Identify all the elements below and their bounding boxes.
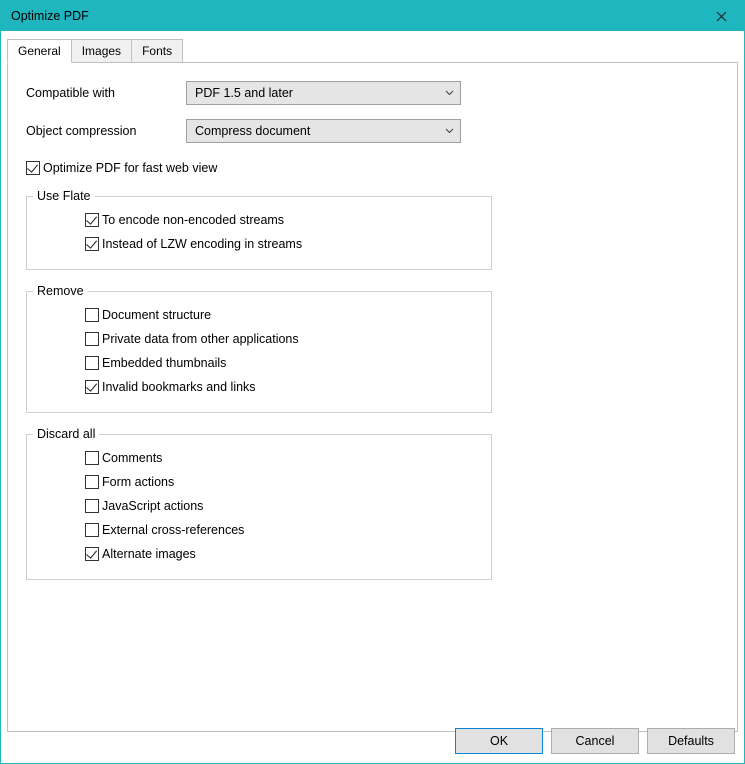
javascript-actions-checkbox[interactable] bbox=[85, 499, 99, 513]
remove-group: Remove Document structure Private data f… bbox=[26, 284, 492, 413]
instead-lzw-checkbox[interactable] bbox=[85, 237, 99, 251]
external-xrefs-checkbox[interactable] bbox=[85, 523, 99, 537]
tabstrip: General Images Fonts bbox=[7, 39, 738, 62]
use-flate-legend: Use Flate bbox=[33, 189, 95, 203]
private-data-label: Private data from other applications bbox=[102, 332, 299, 346]
external-xrefs-label: External cross-references bbox=[102, 523, 244, 537]
cancel-button-label: Cancel bbox=[576, 734, 615, 748]
document-structure-label: Document structure bbox=[102, 308, 211, 322]
chevron-down-icon bbox=[445, 128, 454, 134]
object-compression-label: Object compression bbox=[26, 124, 186, 138]
invalid-bookmarks-checkbox[interactable] bbox=[85, 380, 99, 394]
encode-nonencoded-checkbox[interactable] bbox=[85, 213, 99, 227]
discard-all-legend: Discard all bbox=[33, 427, 99, 441]
window-title: Optimize PDF bbox=[11, 9, 89, 23]
defaults-button-label: Defaults bbox=[668, 734, 714, 748]
encode-nonencoded-label: To encode non-encoded streams bbox=[102, 213, 284, 227]
tab-general[interactable]: General bbox=[7, 39, 72, 63]
tab-images[interactable]: Images bbox=[71, 39, 132, 62]
titlebar: Optimize PDF bbox=[1, 1, 744, 31]
use-flate-group: Use Flate To encode non-encoded streams … bbox=[26, 189, 492, 270]
optimize-fast-web-label: Optimize PDF for fast web view bbox=[43, 161, 217, 175]
alternate-images-checkbox[interactable] bbox=[85, 547, 99, 561]
tab-images-label: Images bbox=[82, 44, 121, 58]
tab-fonts[interactable]: Fonts bbox=[131, 39, 183, 62]
compatible-with-select[interactable]: PDF 1.5 and later bbox=[186, 81, 461, 105]
form-actions-label: Form actions bbox=[102, 475, 174, 489]
optimize-fast-web-checkbox[interactable] bbox=[26, 161, 40, 175]
ok-button-label: OK bbox=[490, 734, 508, 748]
private-data-checkbox[interactable] bbox=[85, 332, 99, 346]
object-compression-select[interactable]: Compress document bbox=[186, 119, 461, 143]
alternate-images-label: Alternate images bbox=[102, 547, 196, 561]
document-structure-checkbox[interactable] bbox=[85, 308, 99, 322]
embedded-thumbnails-checkbox[interactable] bbox=[85, 356, 99, 370]
ok-button[interactable]: OK bbox=[455, 728, 543, 754]
chevron-down-icon bbox=[445, 90, 454, 96]
embedded-thumbnails-label: Embedded thumbnails bbox=[102, 356, 226, 370]
comments-label: Comments bbox=[102, 451, 162, 465]
defaults-button[interactable]: Defaults bbox=[647, 728, 735, 754]
dialog-footer: OK Cancel Defaults bbox=[455, 728, 735, 754]
cancel-button[interactable]: Cancel bbox=[551, 728, 639, 754]
javascript-actions-label: JavaScript actions bbox=[102, 499, 203, 513]
invalid-bookmarks-label: Invalid bookmarks and links bbox=[102, 380, 256, 394]
close-button[interactable] bbox=[699, 1, 744, 31]
comments-checkbox[interactable] bbox=[85, 451, 99, 465]
object-compression-value: Compress document bbox=[195, 124, 310, 138]
compatible-with-label: Compatible with bbox=[26, 86, 186, 100]
tab-fonts-label: Fonts bbox=[142, 44, 172, 58]
compatible-with-value: PDF 1.5 and later bbox=[195, 86, 293, 100]
discard-all-group: Discard all Comments Form actions JavaSc… bbox=[26, 427, 492, 580]
close-icon bbox=[716, 11, 727, 22]
form-actions-checkbox[interactable] bbox=[85, 475, 99, 489]
remove-legend: Remove bbox=[33, 284, 88, 298]
instead-lzw-label: Instead of LZW encoding in streams bbox=[102, 237, 302, 251]
tab-general-label: General bbox=[18, 44, 61, 58]
tab-panel-general: Compatible with PDF 1.5 and later Object… bbox=[7, 62, 738, 732]
